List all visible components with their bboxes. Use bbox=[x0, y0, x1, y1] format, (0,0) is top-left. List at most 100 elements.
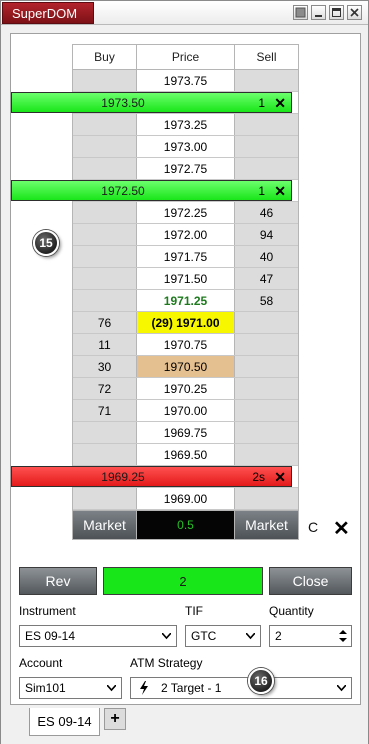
ladder-row: 30 1970.50 bbox=[73, 356, 298, 378]
buy-cell[interactable]: 11 bbox=[73, 334, 137, 355]
reverse-button[interactable]: Rev bbox=[19, 567, 97, 595]
buy-cell[interactable]: 71 bbox=[73, 400, 137, 421]
price-cell: 1973.25 bbox=[137, 114, 235, 135]
price-cell: 1969.00 bbox=[137, 488, 235, 509]
ladder-order-row: 1973.50 1 ✕ bbox=[11, 92, 298, 114]
minimize-icon[interactable] bbox=[311, 5, 326, 20]
buy-cell[interactable] bbox=[73, 70, 137, 91]
order-quantity: 1 bbox=[258, 95, 265, 110]
cancel-order-icon[interactable]: ✕ bbox=[274, 96, 286, 110]
buy-cell[interactable] bbox=[73, 246, 137, 267]
close-icon[interactable] bbox=[347, 5, 362, 20]
ladder-row: 76 (29) 1971.00 bbox=[73, 312, 298, 334]
ladder-row: 1972.75 bbox=[73, 158, 298, 180]
buy-cell[interactable] bbox=[73, 268, 137, 289]
stop-order-bar[interactable]: 1969.25 2s ✕ bbox=[11, 466, 292, 487]
instrument-select[interactable]: ES 09-14 bbox=[19, 625, 177, 647]
pnl-display: 0.5 bbox=[137, 511, 235, 539]
account-label: Account bbox=[19, 656, 63, 670]
buy-cell[interactable] bbox=[73, 488, 137, 509]
buy-cell[interactable] bbox=[73, 422, 137, 443]
market-buy-button[interactable]: Market bbox=[73, 511, 137, 539]
ladder-row: 1972.25 46 bbox=[73, 202, 298, 224]
account-value: Sim101 bbox=[25, 681, 66, 695]
price-cell: 1970.50 bbox=[137, 356, 235, 377]
price-cell: 1972.25 bbox=[137, 202, 235, 223]
maximize-icon[interactable] bbox=[329, 5, 344, 20]
cancel-order-icon[interactable]: ✕ bbox=[274, 470, 286, 484]
sell-cell[interactable] bbox=[235, 312, 298, 333]
price-cell: (29) 1971.00 bbox=[137, 312, 235, 333]
add-tab-button[interactable]: + bbox=[104, 708, 126, 730]
price-ladder: Buy Price Sell 1973.75 1973.50 1 ✕ 1973.25 19… bbox=[11, 44, 299, 540]
quantity-stepper[interactable]: 2 bbox=[269, 625, 352, 647]
sell-cell[interactable] bbox=[235, 356, 298, 377]
ladder-row: 71 1970.00 bbox=[73, 400, 298, 422]
sell-cell[interactable] bbox=[235, 444, 298, 465]
limit-order-bar[interactable]: 1972.50 1 ✕ bbox=[11, 180, 292, 201]
price-cell: 1972.00 bbox=[137, 224, 235, 245]
atm-strategy-label: ATM Strategy bbox=[130, 656, 203, 670]
sell-cell[interactable]: 47 bbox=[235, 268, 298, 289]
sell-cell[interactable]: 58 bbox=[235, 290, 298, 311]
buy-cell[interactable] bbox=[73, 202, 137, 223]
window-title: SuperDOM bbox=[2, 2, 94, 24]
chevron-down-icon bbox=[162, 633, 171, 640]
chevron-down-icon bbox=[246, 633, 255, 640]
price-cell: 1973.00 bbox=[137, 136, 235, 157]
quantity-label: Quantity bbox=[269, 604, 314, 618]
sell-cell[interactable]: 46 bbox=[235, 202, 298, 223]
buy-column-header: Buy bbox=[73, 45, 137, 69]
ladder-row: 11 1970.75 bbox=[73, 334, 298, 356]
sell-cell[interactable]: 40 bbox=[235, 246, 298, 267]
cancel-order-icon[interactable]: ✕ bbox=[274, 184, 286, 198]
sell-cell[interactable] bbox=[235, 422, 298, 443]
sell-cell[interactable] bbox=[235, 114, 298, 135]
tif-select[interactable]: GTC bbox=[185, 625, 261, 647]
chevron-down-icon bbox=[337, 685, 346, 692]
cancel-all-orders-icon[interactable]: ✕ bbox=[333, 516, 350, 541]
spinner-arrows-icon[interactable] bbox=[339, 629, 347, 643]
tab-instrument[interactable]: ES 09-14 bbox=[29, 708, 100, 736]
instrument-label: Instrument bbox=[19, 604, 76, 618]
limit-order-bar[interactable]: 1973.50 1 ✕ bbox=[11, 92, 292, 113]
tif-value: GTC bbox=[191, 629, 217, 643]
sell-cell[interactable] bbox=[235, 70, 298, 91]
restore-icon[interactable] bbox=[293, 5, 308, 20]
close-position-button[interactable]: Close bbox=[269, 567, 352, 595]
buy-cell[interactable] bbox=[73, 158, 137, 179]
buy-cell[interactable]: 72 bbox=[73, 378, 137, 399]
price-cell: 1971.75 bbox=[137, 246, 235, 267]
buy-cell[interactable] bbox=[73, 224, 137, 245]
sell-cell[interactable] bbox=[235, 488, 298, 509]
sell-cell[interactable] bbox=[235, 334, 298, 355]
sell-cell[interactable] bbox=[235, 158, 298, 179]
order-quantity: 2s bbox=[252, 469, 265, 484]
buy-cell[interactable] bbox=[73, 290, 137, 311]
buy-cell[interactable]: 30 bbox=[73, 356, 137, 377]
sell-cell[interactable] bbox=[235, 400, 298, 421]
buy-cell[interactable] bbox=[73, 136, 137, 157]
atm-strategy-value: 2 Target - 1 bbox=[161, 681, 222, 695]
market-sell-button[interactable]: Market bbox=[235, 511, 298, 539]
buy-cell[interactable] bbox=[73, 444, 137, 465]
sell-cell[interactable] bbox=[235, 136, 298, 157]
sell-cell[interactable] bbox=[235, 378, 298, 399]
order-price: 1969.25 bbox=[101, 469, 145, 484]
atm-strategy-select[interactable]: 2 Target - 1 bbox=[130, 677, 352, 699]
position-display: 2 bbox=[103, 567, 263, 595]
quantity-value: 2 bbox=[275, 629, 282, 643]
price-cell: 1973.75 bbox=[137, 70, 235, 91]
lightning-icon bbox=[140, 681, 148, 695]
ladder-row: 1971.75 40 bbox=[73, 246, 298, 268]
buy-cell[interactable]: 76 bbox=[73, 312, 137, 333]
buy-cell[interactable] bbox=[73, 114, 137, 135]
price-column-header: Price bbox=[137, 45, 235, 69]
chevron-down-icon bbox=[107, 685, 116, 692]
price-cell: 1969.75 bbox=[137, 422, 235, 443]
ladder-row: 1969.00 bbox=[73, 488, 298, 510]
account-select[interactable]: Sim101 bbox=[19, 677, 122, 699]
center-ladder-button[interactable]: C bbox=[308, 519, 318, 535]
ladder-row: 1969.75 bbox=[73, 422, 298, 444]
sell-cell[interactable]: 94 bbox=[235, 224, 298, 245]
